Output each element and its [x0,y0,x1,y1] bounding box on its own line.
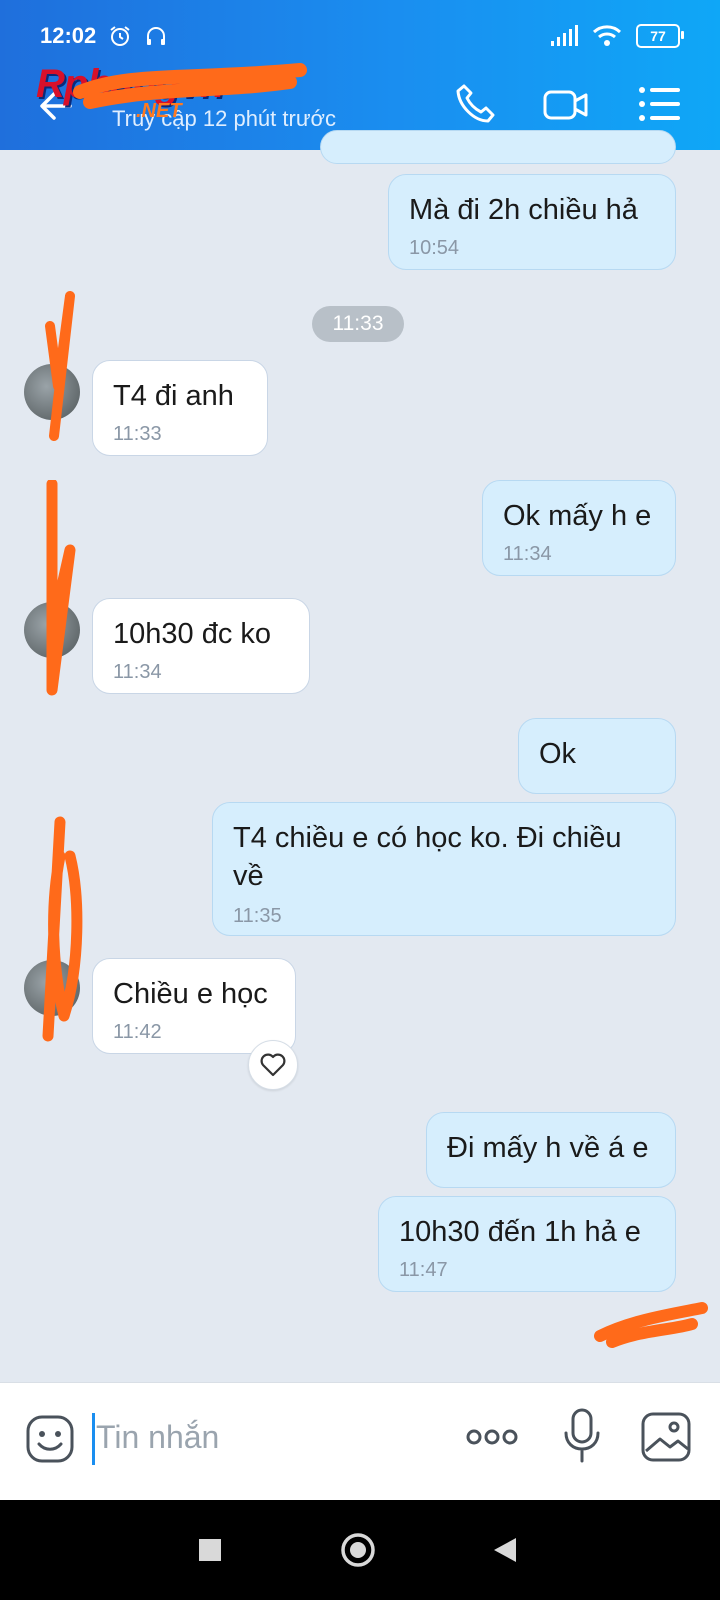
message-bubble[interactable]: Đi mấy h về á e [426,1112,676,1188]
back-triangle-icon[interactable] [492,1536,518,1564]
message-text: T4 đi anh [113,380,234,412]
battery-icon: 77 [636,24,684,48]
message-text: Mà đi 2h chiều hả [409,194,638,226]
video-call-icon[interactable] [542,80,590,128]
message-bubble[interactable]: 10h30 đến 1h hả e 11:47 [378,1196,676,1292]
message-text-line-1: T4 chiều e có học ko. Đi chiều [233,822,622,854]
message-text: Chiều e học [113,978,268,1010]
message-text-line-2: về [233,860,264,892]
message-time: 11:34 [113,661,162,683]
status-bar: 12:02 77 [40,18,684,54]
message-bubble[interactable]: 10h30 đc ko 11:34 [92,598,310,694]
text-cursor [92,1413,95,1465]
circle-home-icon[interactable] [340,1532,376,1568]
avatar[interactable] [24,602,80,658]
message-time: 11:34 [503,543,552,565]
message-text: Đi mấy h về á e [447,1132,649,1164]
watermark-logo-sub: .NET [136,100,182,122]
avatar[interactable] [24,960,80,1016]
chat-header: 12:02 77 Truy cập 12 phút trước Rphangvn… [0,0,720,150]
reaction-button[interactable] [248,1040,298,1090]
message-text: 10h30 đc ko [113,618,272,650]
signal-icon [551,25,578,46]
system-navigation-bar [0,1500,720,1600]
redaction-scribble [594,1302,708,1348]
message-text: 10h30 đến 1h hả e [399,1216,641,1248]
message-list[interactable]: Mà đi 2h chiều hả 10:54 11:33 T4 đi anh … [0,130,720,1380]
wifi-icon [592,25,622,46]
message-bubble[interactable]: Ok mấy h e 11:34 [482,480,676,576]
emoji-icon[interactable] [24,1413,76,1465]
message-text: Ok [539,738,577,770]
message-input[interactable]: Tin nhắn [96,1419,219,1456]
status-time: 12:02 [40,23,97,48]
home-square-icon[interactable] [198,1538,222,1562]
message-bubble[interactable]: Ok [518,718,676,794]
image-icon[interactable] [640,1411,692,1463]
watermark-logo: Rphangvn .NET [36,62,316,132]
heart-icon [260,1053,286,1077]
message-time: 10:54 [409,237,460,259]
phone-icon[interactable] [452,80,500,128]
time-separator: 11:33 [312,306,404,342]
message-bubble[interactable]: T4 đi anh 11:33 [92,360,268,456]
message-bubble[interactable]: Chiều e học 11:42 [92,958,296,1054]
menu-icon[interactable] [636,80,684,128]
message-bubble[interactable]: T4 chiều e có học ko. Đi chiều về 11:35 [212,802,676,936]
message-input-bar: Tin nhắn [0,1382,720,1501]
alarm-icon [110,26,130,46]
microphone-icon[interactable] [562,1407,602,1465]
message-bubble[interactable]: Mà đi 2h chiều hả 10:54 [388,174,676,270]
message-time: 11:47 [399,1259,448,1281]
message-time: 11:33 [113,423,162,445]
headphones-icon [147,27,166,45]
more-icon[interactable] [464,1423,520,1451]
avatar[interactable] [24,364,80,420]
redaction-scribble [46,480,76,696]
message-text: Ok mấy h e [503,500,652,532]
message-time: 11:35 [233,905,282,927]
watermark-logo-text: Rphangvn [36,62,225,106]
message-bubble-partial [320,130,676,164]
message-time: 11:42 [113,1021,162,1043]
